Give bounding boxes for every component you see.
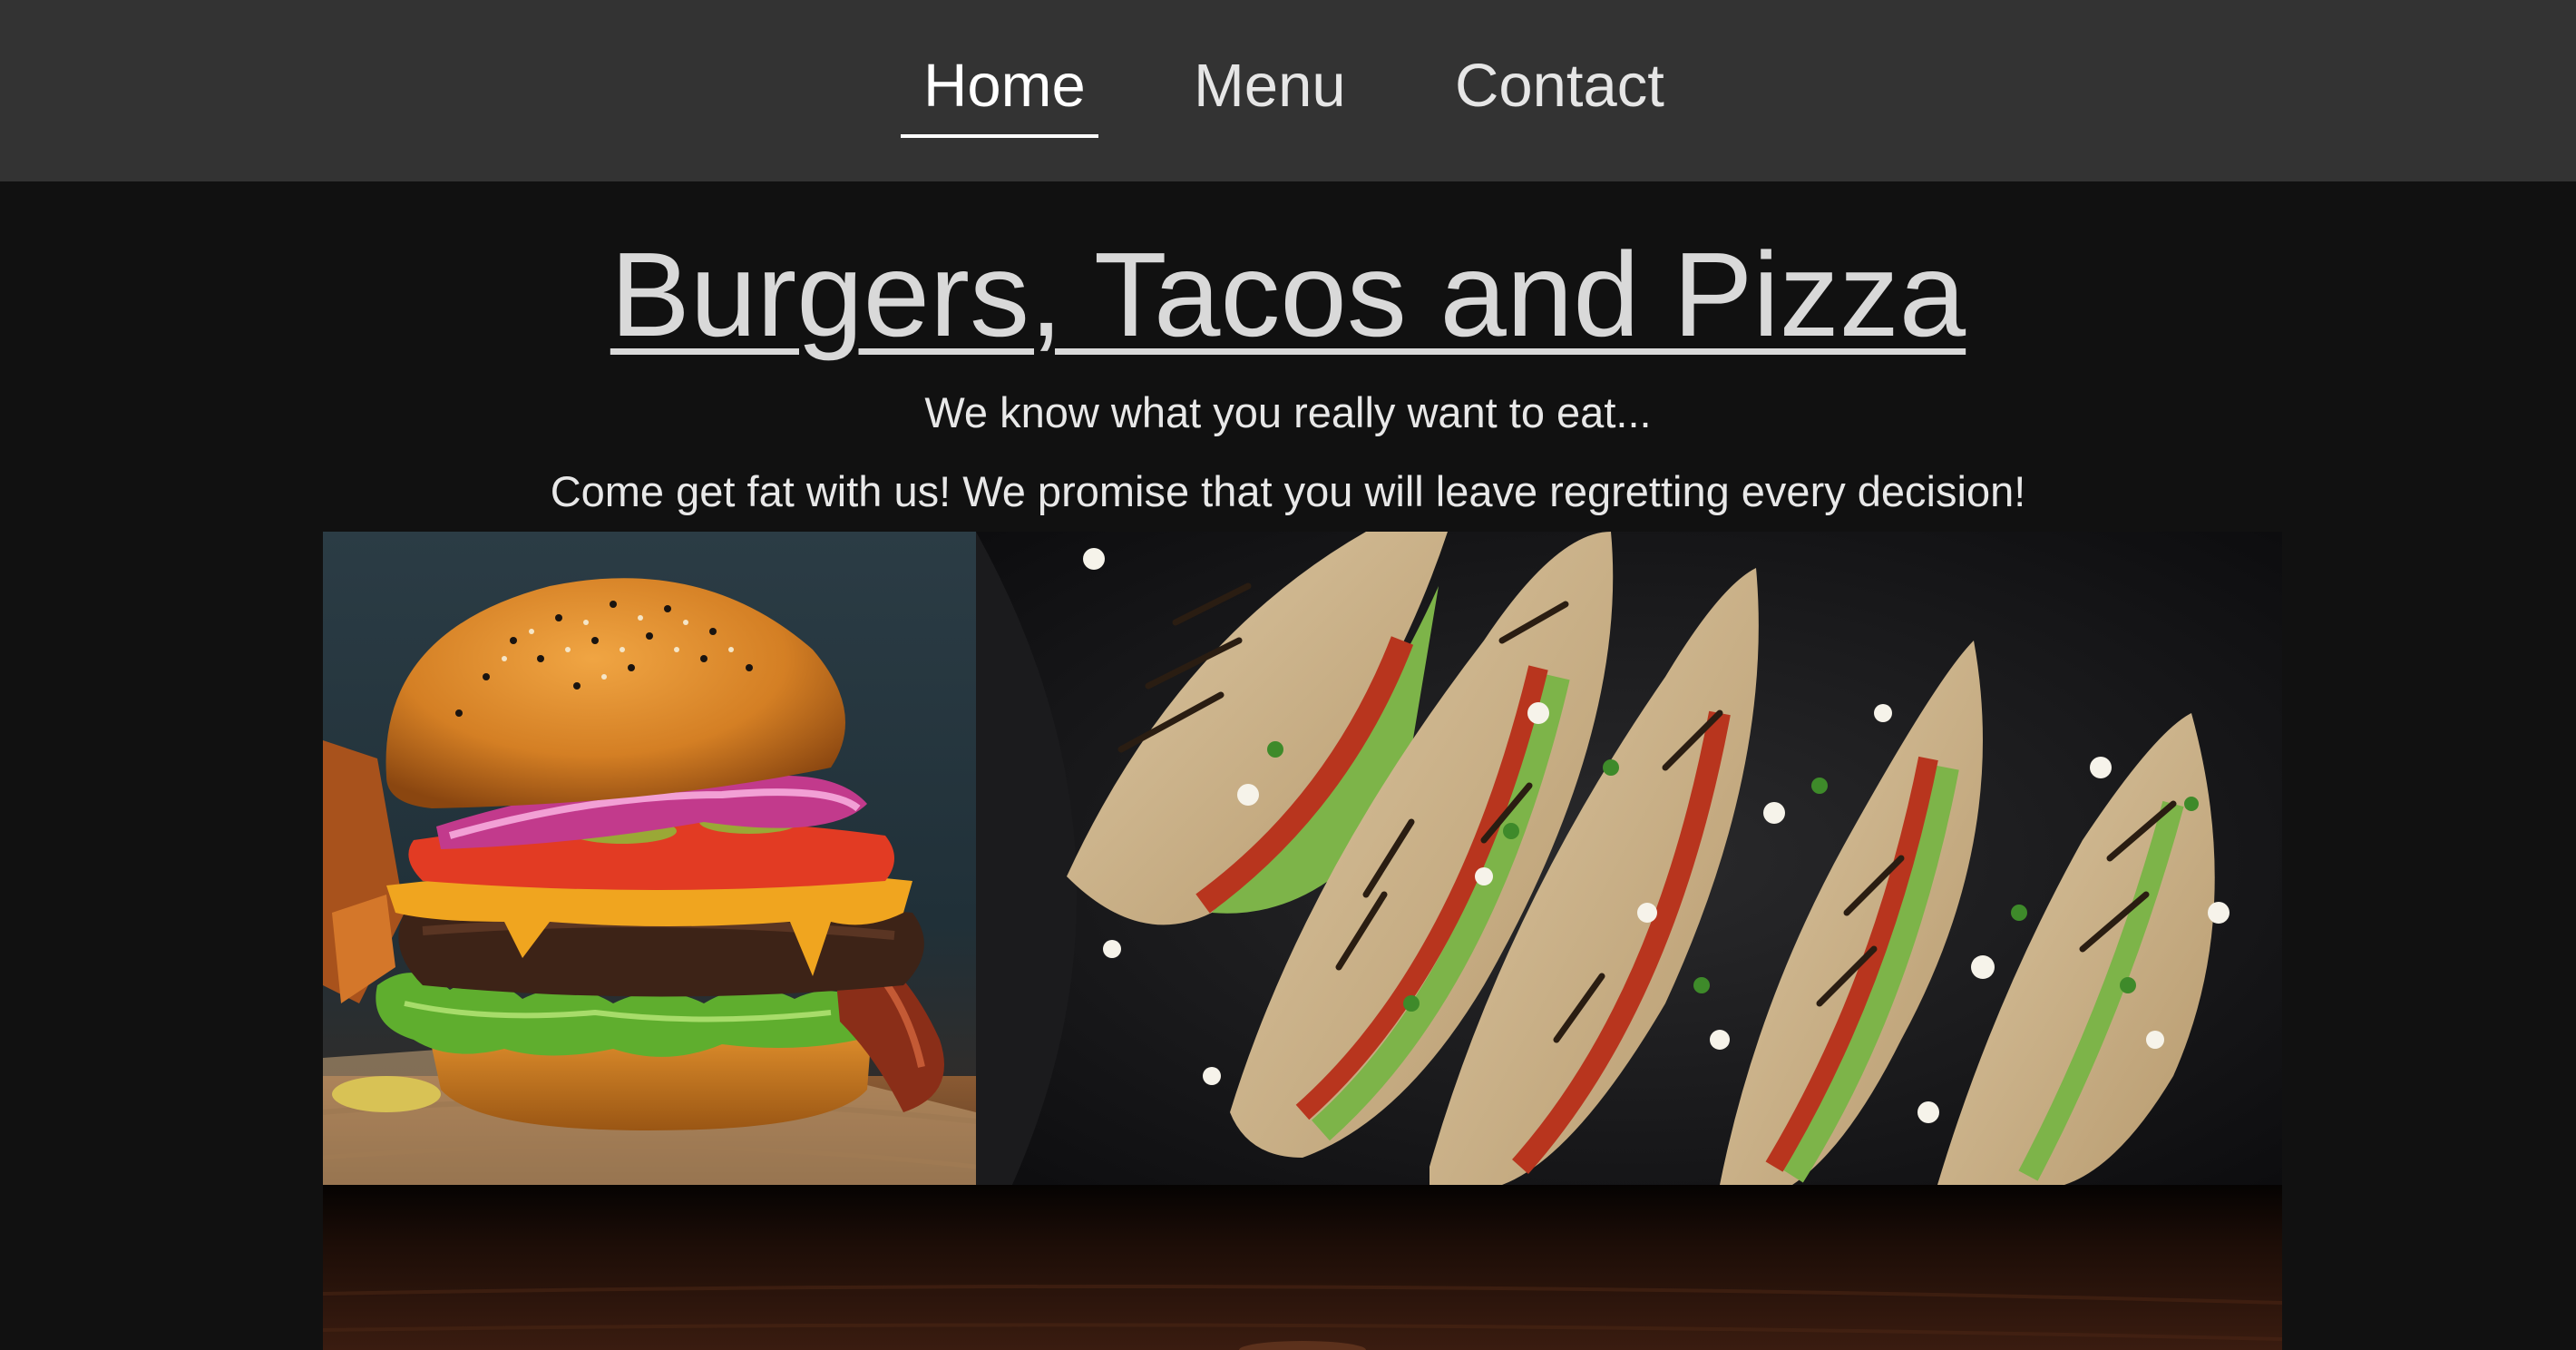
burger-photo: [323, 532, 976, 1185]
hero-tagline: Come get fat with us! We promise that yo…: [550, 467, 2026, 515]
nav-link-contact[interactable]: Contact: [1455, 50, 1664, 122]
hero-subtitle: We know what you really want to eat...: [924, 388, 1652, 436]
tacos-photo: [976, 532, 2282, 1185]
pizza-photo: [323, 1185, 2282, 1350]
nav-link-menu[interactable]: Menu: [1194, 50, 1346, 122]
food-gallery: [323, 532, 2282, 1350]
active-nav-indicator: [901, 134, 1098, 138]
page-title: Burgers, Tacos and Pizza: [610, 228, 1966, 361]
nav-link-home[interactable]: Home: [923, 50, 1086, 122]
top-navbar: Home Menu Contact: [0, 0, 2576, 181]
page: Home Menu Contact Burgers, Tacos and Piz…: [0, 0, 2576, 1350]
